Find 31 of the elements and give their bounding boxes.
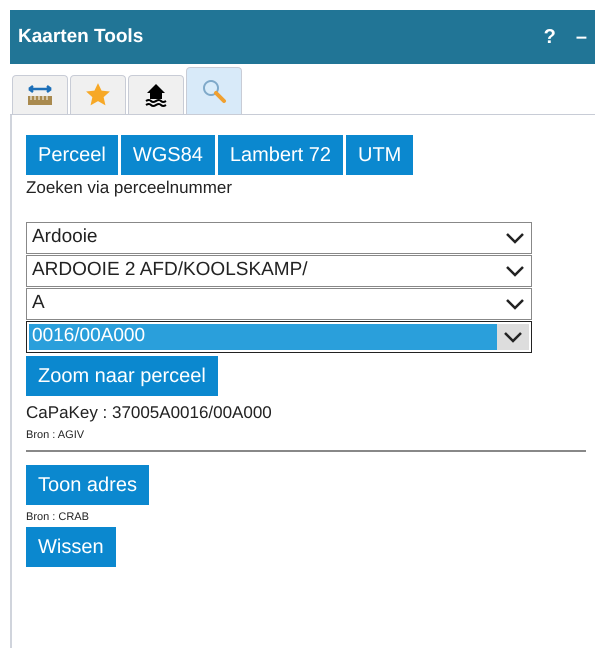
house-water-icon	[144, 82, 168, 108]
source-text: Bron : CRAB	[26, 510, 90, 524]
mode-button[interactable]: Perceel	[26, 135, 118, 175]
chevron-down-icon	[505, 264, 525, 276]
clear-button[interactable]: Wissen	[26, 527, 116, 567]
mode-button[interactable]: Lambert 72	[218, 135, 344, 175]
capakey-text: CaPaKey : 37005A0016/00A000	[26, 402, 273, 424]
dropdown-value: ARDOOIE 2 AFD/KOOLSKAMP/	[32, 258, 309, 282]
chevron-down-icon	[505, 232, 525, 244]
dropdown-value: 0016/00A000	[29, 324, 497, 350]
dropdown[interactable]: ARDOOIE 2 AFD/KOOLSKAMP/	[26, 254, 532, 286]
dropdown[interactable]: Ardooie	[26, 222, 532, 254]
mode-button[interactable]: UTM	[346, 135, 414, 175]
dropdown-value: Ardooie	[32, 225, 98, 250]
star-icon	[85, 82, 111, 108]
chevron-down-icon	[505, 298, 525, 310]
dropdown-value: A	[32, 291, 46, 316]
dropdown[interactable]: 0016/00A000	[26, 320, 532, 352]
search-icon	[201, 78, 227, 104]
source-text: Bron : AGIV	[26, 428, 86, 443]
mode-button[interactable]: WGS84	[120, 135, 215, 175]
zoom-button[interactable]: Zoom naar perceel	[26, 356, 218, 396]
window-title: Kaarten Tools	[18, 24, 144, 49]
help-button[interactable]: ?	[544, 22, 556, 52]
ruler-icon	[27, 83, 53, 107]
tab[interactable]	[128, 75, 184, 114]
subtitle: Zoeken via perceelnummer	[26, 177, 233, 199]
dropdown[interactable]: A	[26, 288, 532, 320]
minimize-button[interactable]: –	[576, 22, 587, 52]
address-button[interactable]: Toon adres	[26, 464, 149, 504]
chevron-down-icon	[503, 330, 523, 342]
